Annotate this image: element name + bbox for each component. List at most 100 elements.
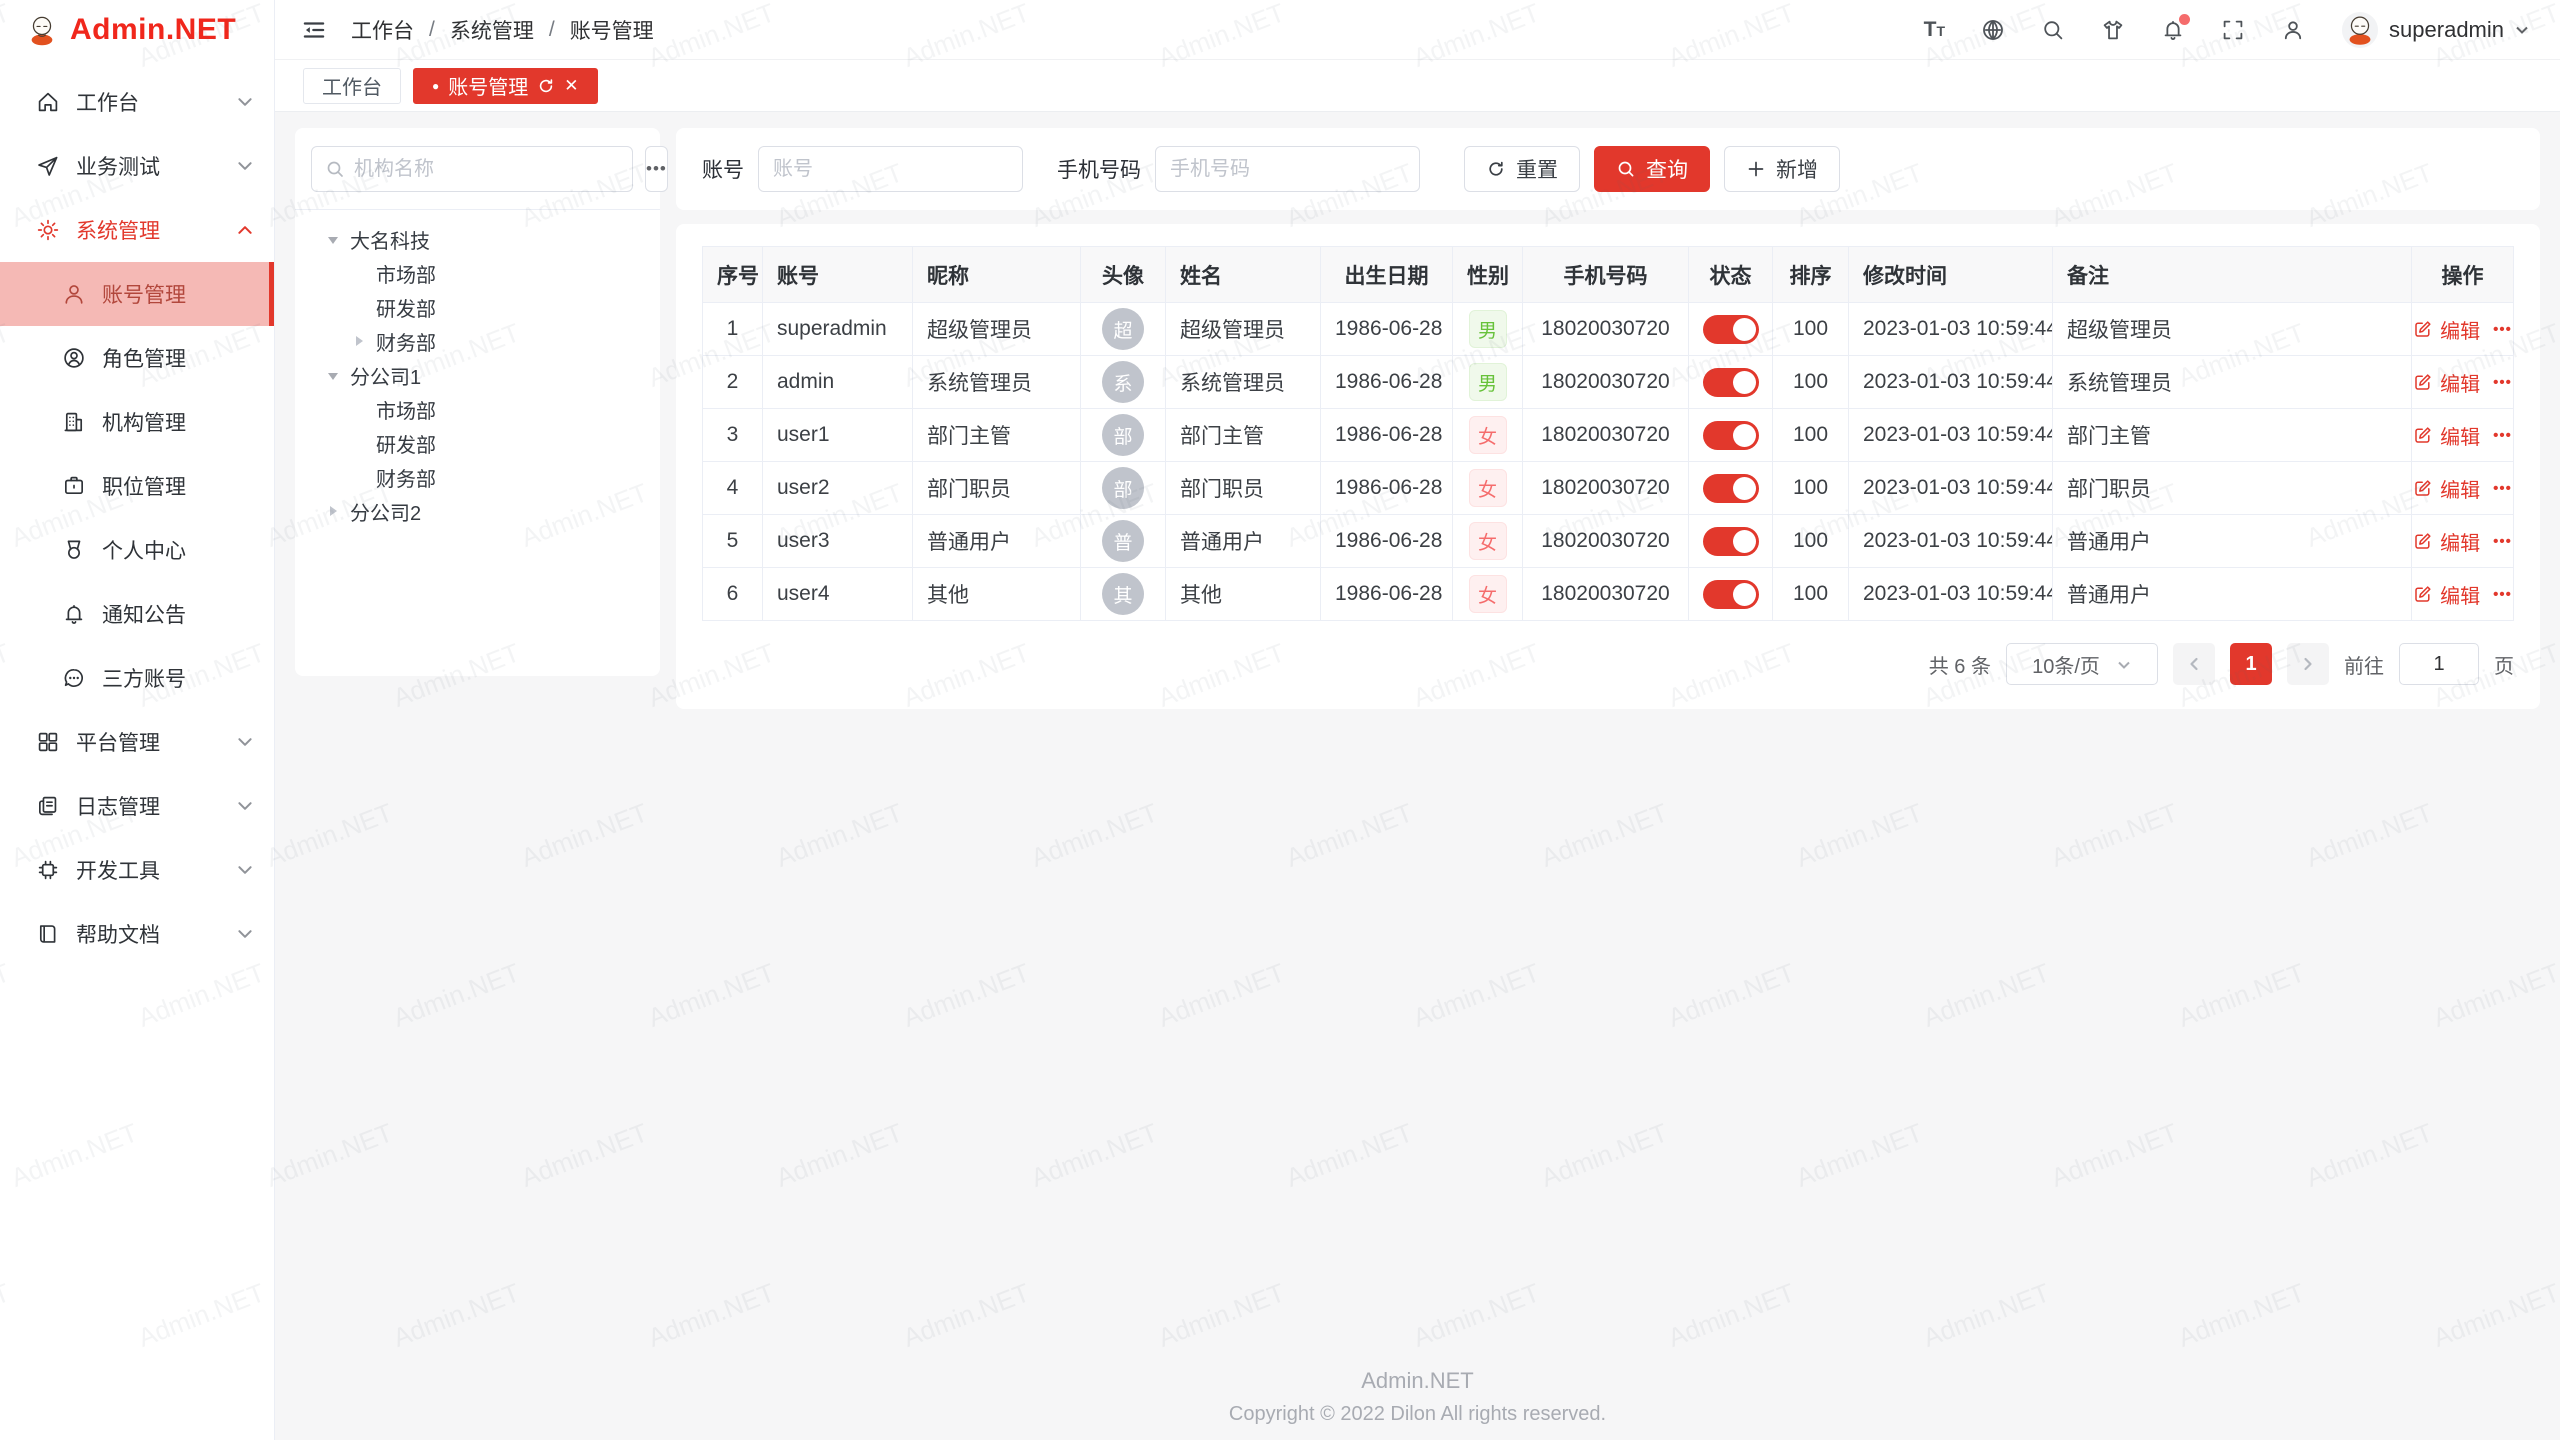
app-title: Admin.NET <box>70 13 236 47</box>
notification-icon[interactable] <box>2161 18 2185 42</box>
breadcrumb-item[interactable]: 工作台 <box>351 15 414 45</box>
search-button[interactable]: 查询 <box>1594 146 1710 192</box>
edit-button[interactable]: 编辑 <box>2413 527 2480 556</box>
logo[interactable]: Admin.NET <box>0 0 274 60</box>
sidebar-item-机构管理[interactable]: 机构管理 <box>0 390 274 454</box>
sidebar-item-角色管理[interactable]: 角色管理 <box>0 326 274 390</box>
cell-phone: 18020030720 <box>1523 303 1689 356</box>
cell-time: 2023-01-03 10:59:44 <box>1849 568 2053 621</box>
breadcrumb-item[interactable]: 账号管理 <box>570 15 654 45</box>
platform-icon <box>36 730 60 754</box>
status-toggle[interactable] <box>1703 315 1759 344</box>
profile-icon <box>62 538 86 562</box>
cell-name: 部门职员 <box>1166 462 1321 515</box>
fullscreen-icon[interactable] <box>2221 18 2245 42</box>
tree-node-财务部[interactable]: 财务部 <box>311 324 644 358</box>
breadcrumb: 工作台 / 系统管理 / 账号管理 <box>351 15 654 45</box>
close-tab-icon[interactable]: ✕ <box>564 76 578 96</box>
cell-time: 2023-01-03 10:59:44 <box>1849 356 2053 409</box>
status-toggle[interactable] <box>1703 421 1759 450</box>
language-icon[interactable] <box>1981 18 2005 42</box>
table-row: 6user4其他其其他1986-06-28女180200307201002023… <box>703 568 2514 621</box>
theme-icon[interactable] <box>2101 18 2125 42</box>
account-input[interactable] <box>758 146 1023 192</box>
tree-more-button[interactable]: ••• <box>645 146 668 192</box>
cell-action: 编辑 ••• <box>2412 568 2514 621</box>
cell-status <box>1689 409 1773 462</box>
tree-node-市场部[interactable]: 市场部 <box>311 256 644 290</box>
edit-button[interactable]: 编辑 <box>2413 368 2480 397</box>
org-search-input[interactable] <box>354 158 619 181</box>
gender-badge: 女 <box>1469 469 1507 507</box>
row-more-icon[interactable]: ••• <box>2493 480 2512 497</box>
edit-button[interactable]: 编辑 <box>2413 421 2480 450</box>
sidebar-item-帮助文档[interactable]: 帮助文档 <box>0 902 274 966</box>
footer-copyright: Copyright © 2022 Dilon All rights reserv… <box>275 1403 2560 1426</box>
status-toggle[interactable] <box>1703 527 1759 556</box>
tree-node-分公司1[interactable]: 分公司1 <box>311 358 644 392</box>
tree-node-研发部[interactable]: 研发部 <box>311 290 644 324</box>
row-more-icon[interactable]: ••• <box>2493 321 2512 338</box>
sidebar-item-业务测试[interactable]: 业务测试 <box>0 134 274 198</box>
tree-node-财务部[interactable]: 财务部 <box>311 460 644 494</box>
menu-fold-icon[interactable] <box>301 17 327 43</box>
search-icon[interactable] <box>2041 18 2065 42</box>
avatar: 部 <box>1102 414 1144 456</box>
user-menu[interactable]: superadmin <box>2341 11 2530 49</box>
sidebar-item-个人中心[interactable]: 个人中心 <box>0 518 274 582</box>
avatar: 系 <box>1102 361 1144 403</box>
cell-sort: 100 <box>1773 356 1849 409</box>
breadcrumb-item[interactable]: 系统管理 <box>450 15 534 45</box>
sidebar-item-三方账号[interactable]: 三方账号 <box>0 646 274 710</box>
row-more-icon[interactable]: ••• <box>2493 533 2512 550</box>
cell-birth: 1986-06-28 <box>1321 515 1453 568</box>
status-toggle[interactable] <box>1703 474 1759 503</box>
sidebar-item-label: 职位管理 <box>102 471 186 501</box>
tab-workbench[interactable]: 工作台 <box>303 68 401 104</box>
tree-node-研发部[interactable]: 研发部 <box>311 426 644 460</box>
sidebar-item-开发工具[interactable]: 开发工具 <box>0 838 274 902</box>
sidebar-item-平台管理[interactable]: 平台管理 <box>0 710 274 774</box>
username: superadmin <box>2389 17 2504 43</box>
tree-node-分公司2[interactable]: 分公司2 <box>311 494 644 528</box>
phone-input[interactable] <box>1155 146 1420 192</box>
prev-page-button[interactable] <box>2173 643 2215 685</box>
edit-button[interactable]: 编辑 <box>2413 474 2480 503</box>
sidebar-item-日志管理[interactable]: 日志管理 <box>0 774 274 838</box>
status-toggle[interactable] <box>1703 368 1759 397</box>
cell-remark: 普通用户 <box>2053 515 2412 568</box>
row-more-icon[interactable]: ••• <box>2493 374 2512 391</box>
sidebar-item-账号管理[interactable]: 账号管理 <box>0 262 274 326</box>
font-size-icon[interactable]: TT <box>1924 18 1945 42</box>
sidebar-item-通知公告[interactable]: 通知公告 <box>0 582 274 646</box>
cell-birth: 1986-06-28 <box>1321 462 1453 515</box>
edit-button[interactable]: 编辑 <box>2413 315 2480 344</box>
sidebar-item-工作台[interactable]: 工作台 <box>0 70 274 134</box>
sidebar-item-职位管理[interactable]: 职位管理 <box>0 454 274 518</box>
current-page[interactable]: 1 <box>2230 643 2272 685</box>
page-size-select[interactable]: 10条/页 <box>2006 643 2158 685</box>
row-more-icon[interactable]: ••• <box>2493 586 2512 603</box>
tree-node-市场部[interactable]: 市场部 <box>311 392 644 426</box>
tree-collapsed-arrow-icon[interactable] <box>351 336 367 346</box>
topbar: 工作台 / 系统管理 / 账号管理 TT <box>275 0 2560 60</box>
cell-status <box>1689 303 1773 356</box>
chevron-down-icon <box>236 861 254 879</box>
status-toggle[interactable] <box>1703 580 1759 609</box>
tree-expanded-arrow-icon[interactable] <box>325 370 341 380</box>
refresh-tab-icon[interactable] <box>537 77 555 95</box>
goto-page-input[interactable] <box>2399 643 2479 685</box>
reset-button[interactable]: 重置 <box>1464 146 1580 192</box>
profile-icon[interactable] <box>2281 18 2305 42</box>
chevron-down-icon <box>2116 656 2132 672</box>
next-page-button[interactable] <box>2287 643 2329 685</box>
total-count: 共 6 条 <box>1929 650 1991 679</box>
tree-expanded-arrow-icon[interactable] <box>325 234 341 244</box>
add-button[interactable]: 新增 <box>1724 146 1840 192</box>
sidebar-item-系统管理[interactable]: 系统管理 <box>0 198 274 262</box>
edit-button[interactable]: 编辑 <box>2413 580 2480 609</box>
tree-collapsed-arrow-icon[interactable] <box>325 506 341 516</box>
row-more-icon[interactable]: ••• <box>2493 427 2512 444</box>
tab-account-management[interactable]: ● 账号管理 ✕ <box>413 68 598 104</box>
tree-node-大名科技[interactable]: 大名科技 <box>311 222 644 256</box>
